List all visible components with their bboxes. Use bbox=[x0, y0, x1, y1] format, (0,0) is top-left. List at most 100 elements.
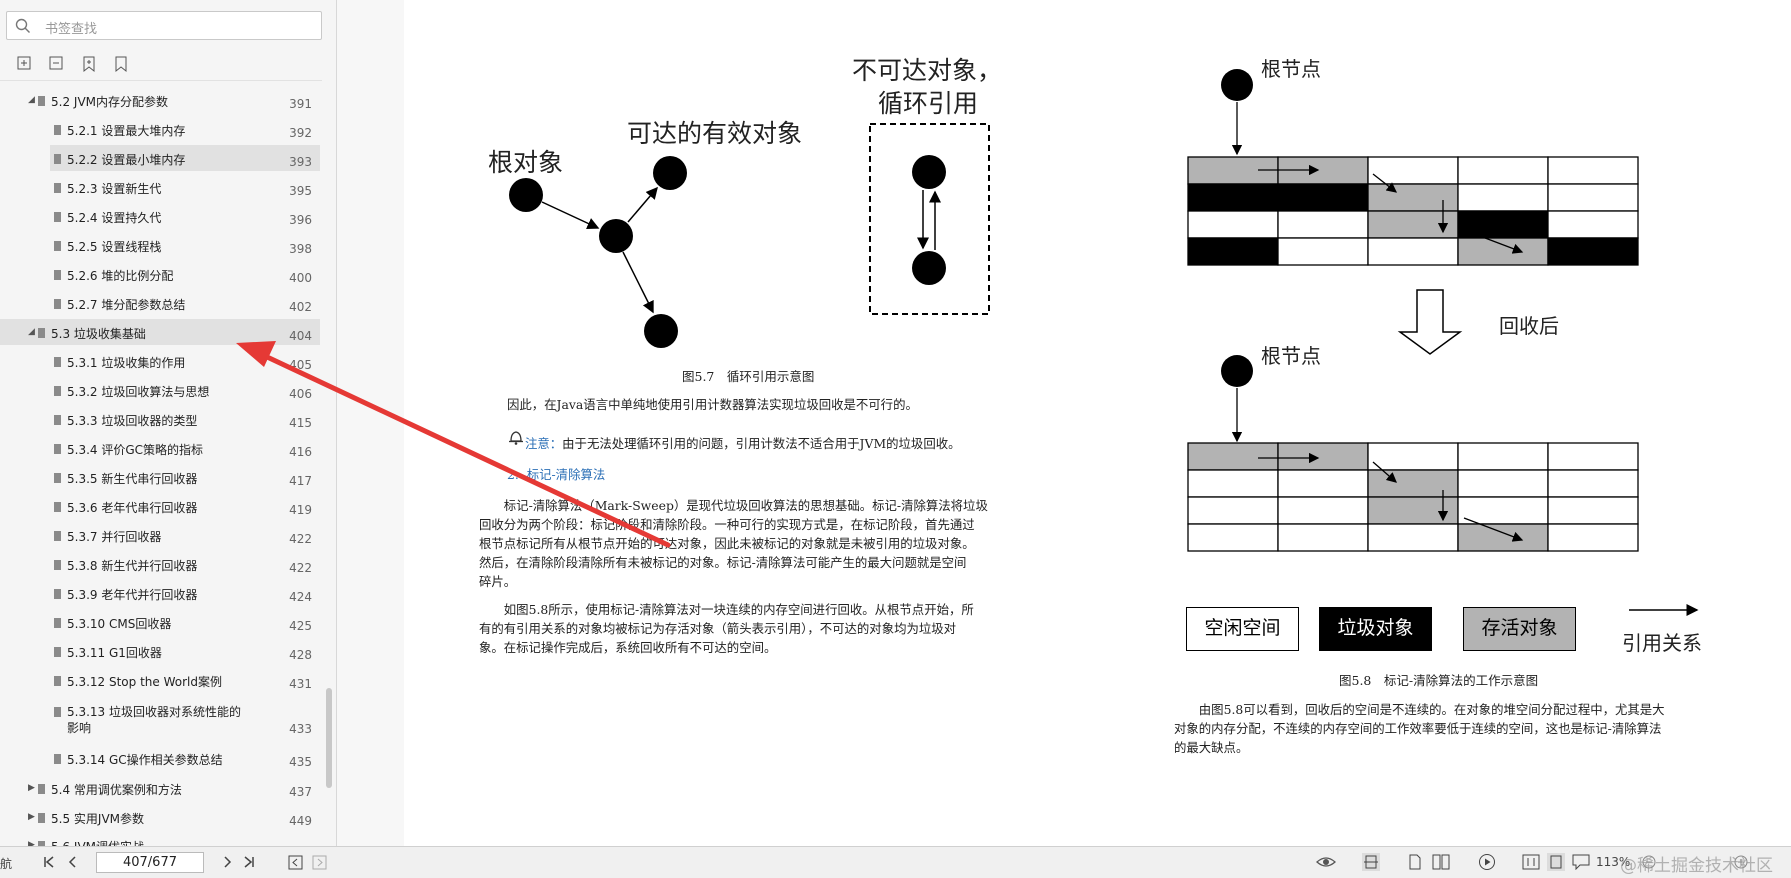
toc-item[interactable]: 5.3.6 老年代串行回收器 419 bbox=[50, 493, 320, 519]
back-icon[interactable] bbox=[288, 855, 303, 870]
bookmark-icon bbox=[54, 589, 61, 599]
toc-item[interactable]: 5.3.13 垃圾回收器对系统性能的 影响 433 bbox=[50, 698, 320, 738]
status-bar: 航 407/677 113% @稀土掘金技术社区 bbox=[0, 846, 1791, 878]
bookmark-icon bbox=[54, 386, 61, 396]
first-page-icon[interactable] bbox=[42, 855, 56, 869]
memory-cell-garbage bbox=[1547, 237, 1639, 266]
memory-cell-free bbox=[1277, 523, 1369, 552]
last-page-icon[interactable] bbox=[242, 855, 256, 869]
toc-item[interactable]: 5.3.11 G1回收器 428 bbox=[50, 638, 320, 664]
sidebar-scrollbar[interactable] bbox=[326, 688, 332, 788]
bookmark-icon bbox=[54, 212, 61, 222]
memory-cell-free bbox=[1277, 496, 1369, 525]
expand-caret-icon[interactable]: ▶ bbox=[28, 812, 35, 822]
two-page-icon[interactable] bbox=[1432, 854, 1450, 870]
toc-item[interactable]: ▶ 5.4 常用调优案例和方法 437 bbox=[0, 775, 320, 801]
toc-item[interactable]: 5.3.10 CMS回收器 425 bbox=[50, 609, 320, 635]
toc-item-page: 419 bbox=[289, 503, 312, 517]
memory-cell-live bbox=[1367, 210, 1459, 239]
memory-cell-live bbox=[1367, 469, 1459, 498]
toc-item-label: 5.3.11 G1回收器 bbox=[67, 646, 162, 660]
add-bookmark-icon[interactable] bbox=[80, 55, 98, 73]
search-icon bbox=[15, 18, 30, 33]
toc-item-page: 425 bbox=[289, 619, 312, 633]
after-collection-label: 回收后 bbox=[1499, 314, 1559, 338]
bookmark-icon bbox=[54, 647, 61, 657]
next-page-icon[interactable] bbox=[220, 855, 234, 869]
figure-5-8-caption: 图5.8 标记-清除算法的工作示意图 bbox=[1339, 673, 1539, 688]
page-number-input[interactable]: 407/677 bbox=[96, 852, 204, 873]
toc-item[interactable]: 5.2.7 堆分配参数总结 402 bbox=[50, 290, 320, 316]
collapse-caret-icon[interactable]: ◢ bbox=[28, 95, 35, 105]
toc-item[interactable]: 5.2.3 设置新生代 395 bbox=[50, 174, 320, 200]
toc-item[interactable]: 5.3.4 评价GC策略的指标 416 bbox=[50, 435, 320, 461]
toc-item-page: 404 bbox=[289, 329, 312, 343]
toc-item-label: 5.3.10 CMS回收器 bbox=[67, 617, 172, 631]
toc-item-label: 5.4 常用调优案例和方法 bbox=[51, 783, 182, 797]
memory-cell-free bbox=[1457, 156, 1549, 185]
toc-item-page: 435 bbox=[289, 755, 312, 769]
bookmark-icon bbox=[38, 96, 45, 106]
bookmark-icon bbox=[54, 183, 61, 193]
legend-garbage: 垃圾对象 bbox=[1319, 607, 1432, 651]
expand-all-icon[interactable] bbox=[16, 55, 34, 73]
toc-item[interactable]: 5.2.6 堆的比例分配 400 bbox=[50, 261, 320, 287]
memory-cell-live bbox=[1457, 523, 1549, 552]
toc-item-page: 405 bbox=[289, 358, 312, 372]
toc-item[interactable]: 5.3.5 新生代串行回收器 417 bbox=[50, 464, 320, 490]
toc-item[interactable]: 5.3.12 Stop the World案例 431 bbox=[50, 667, 320, 693]
bookmark-icon[interactable] bbox=[112, 55, 130, 73]
toc-item[interactable]: ◢ 5.2 JVM内存分配参数 391 bbox=[0, 87, 320, 113]
bookmark-icon bbox=[38, 328, 45, 338]
toc-item-label: 5.2.2 设置最小堆内存 bbox=[67, 153, 186, 167]
collapse-all-icon[interactable] bbox=[48, 55, 66, 73]
toc-item-label: 5.3.3 垃圾回收器的类型 bbox=[67, 414, 198, 428]
memory-cell-free bbox=[1187, 469, 1279, 498]
collapse-caret-icon[interactable]: ◢ bbox=[28, 327, 35, 337]
toc-item[interactable]: 5.3.1 垃圾收集的作用 405 bbox=[50, 348, 320, 374]
toc-item-label: 5.3.8 新生代并行回收器 bbox=[67, 559, 198, 573]
toc-item[interactable]: 5.2.5 设置线程栈 398 bbox=[50, 232, 320, 258]
toc-item-page: 406 bbox=[289, 387, 312, 401]
toc-item[interactable]: ▶ 5.5 实用JVM参数 449 bbox=[0, 804, 320, 830]
toc-item-page: 392 bbox=[289, 126, 312, 140]
toc-item[interactable]: 5.3.8 新生代并行回收器 422 bbox=[50, 551, 320, 577]
toc-item[interactable]: 5.3.3 垃圾回收器的类型 415 bbox=[50, 406, 320, 432]
expand-caret-icon[interactable]: ▶ bbox=[28, 783, 35, 793]
toc-item-label: 5.3.9 老年代并行回收器 bbox=[67, 588, 198, 602]
forward-icon[interactable] bbox=[312, 855, 327, 870]
memory-cell-garbage bbox=[1277, 183, 1369, 212]
toc-item[interactable]: 5.3.14 GC操作相关参数总结 435 bbox=[50, 745, 320, 771]
prev-page-icon[interactable] bbox=[66, 855, 80, 869]
toc-item[interactable]: 5.3.9 老年代并行回收器 424 bbox=[50, 580, 320, 606]
fit-width-icon[interactable] bbox=[1362, 853, 1380, 871]
comment-icon[interactable] bbox=[1572, 854, 1590, 870]
toc-item-page: 416 bbox=[289, 445, 312, 459]
actual-size-icon[interactable] bbox=[1522, 854, 1540, 870]
memory-cell-free bbox=[1547, 183, 1639, 212]
memory-cell-free bbox=[1547, 469, 1639, 498]
toc-item-label: 5.2.1 设置最大堆内存 bbox=[67, 124, 186, 138]
memory-cell-free bbox=[1277, 237, 1369, 266]
toc-item[interactable]: 5.2.1 设置最大堆内存 392 bbox=[50, 116, 320, 142]
text-line: 由图5.8可以看到，回收后的空间是不连续的。在对象的堆空间分配过程中，尤其是大 bbox=[1198, 702, 1665, 717]
single-page-icon[interactable] bbox=[1408, 854, 1422, 870]
eye-icon[interactable] bbox=[1316, 854, 1336, 870]
toc-item-page: 400 bbox=[289, 271, 312, 285]
toc-item-page: 398 bbox=[289, 242, 312, 256]
toc-item[interactable]: 5.3.7 并行回收器 422 bbox=[50, 522, 320, 548]
toc-item-label: 5.2.3 设置新生代 bbox=[67, 182, 162, 196]
toc-item-label: 5.2.4 设置持久代 bbox=[67, 211, 162, 225]
toc-item[interactable]: 5.3.2 垃圾回收算法与思想 406 bbox=[50, 377, 320, 403]
memory-cell-free bbox=[1277, 210, 1369, 239]
text-line: 对象的内存分配，不连续的内存空间的工作效率要低于连续的空间，这也是标记-清除算法 bbox=[1174, 721, 1662, 736]
toc-item-label: 5.2.5 设置线程栈 bbox=[67, 240, 162, 254]
toc-item[interactable]: ▶5.6 JVM调优实战 bbox=[0, 832, 320, 846]
play-icon[interactable] bbox=[1478, 853, 1496, 871]
toc-item[interactable]: 5.2.4 设置持久代 396 bbox=[50, 203, 320, 229]
bookmark-search-input[interactable]: 书签查找 bbox=[6, 11, 322, 40]
fit-page-icon[interactable] bbox=[1547, 853, 1565, 871]
legend-live: 存活对象 bbox=[1463, 607, 1576, 651]
toc-item[interactable]: 5.2.2 设置最小堆内存 393 bbox=[50, 145, 320, 171]
toc-item[interactable]: ◢ 5.3 垃圾收集基础 404 bbox=[0, 319, 320, 345]
